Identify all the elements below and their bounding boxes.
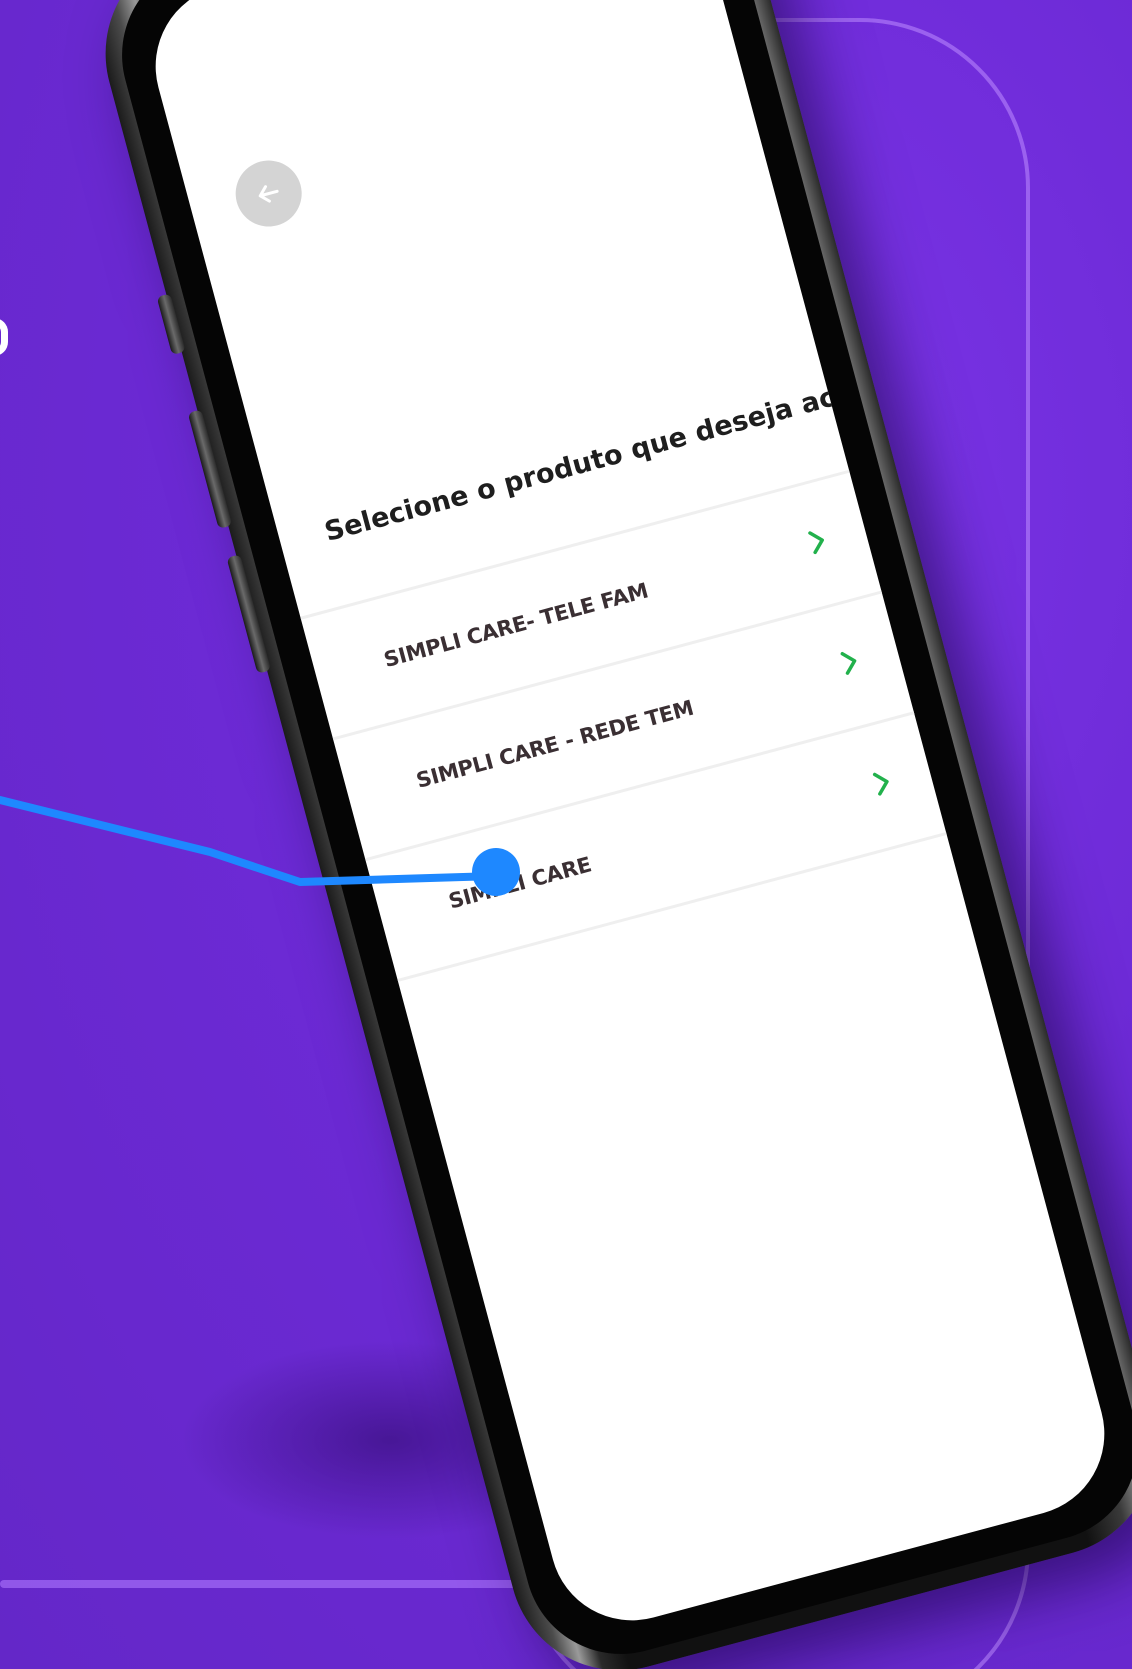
cropped-glyph [0, 318, 8, 356]
chevron-right-icon [808, 531, 824, 555]
product-item-label: SIMPLI CARE [446, 852, 594, 914]
arrow-left-icon [258, 185, 279, 203]
chevron-right-icon [872, 772, 889, 796]
phone-mute-switch [156, 293, 186, 356]
product-item-label: SIMPLI CARE - REDE TEM [413, 695, 697, 793]
promo-background: Selecione o produto que deseja acessar S… [0, 0, 1132, 1669]
chevron-right-icon [840, 652, 857, 675]
back-button[interactable] [228, 153, 310, 234]
product-list: SIMPLI CARE- TELE FAM SIMPLI CARE - REDE… [300, 461, 978, 982]
product-item-label: SIMPLI CARE- TELE FAM [381, 578, 651, 673]
